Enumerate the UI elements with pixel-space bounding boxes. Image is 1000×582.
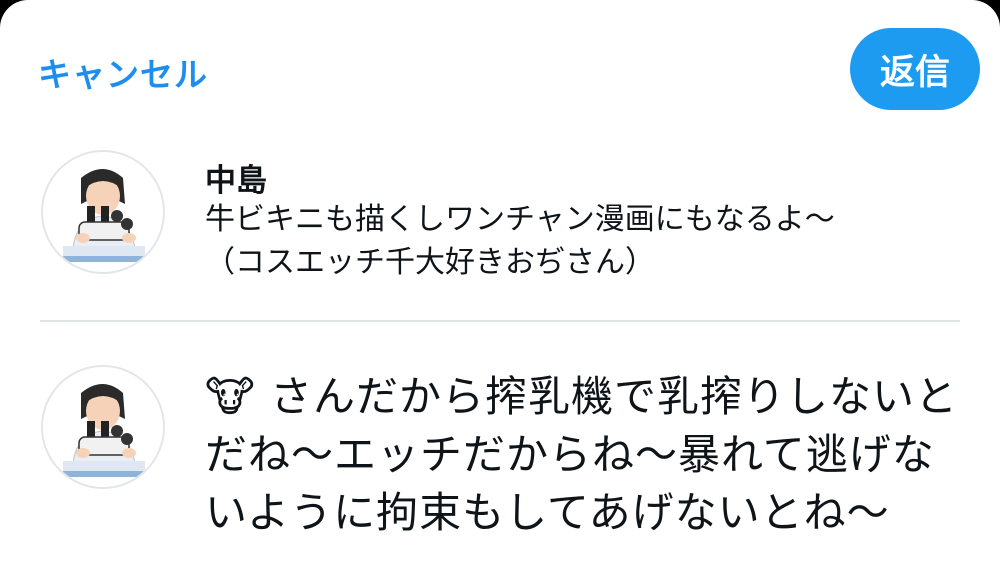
scientist-microscope-avatar-icon — [43, 152, 163, 272]
author-name: 中島 — [205, 163, 267, 199]
reply-text-input[interactable]: 🐮 さんだから搾乳機で乳搾りしないと だね〜エッチだからね〜暴れて逃げな いよう… — [205, 368, 975, 542]
original-post-text: 牛ビキニも描くしワンチャン漫画にもなるよ〜 （コスエッチ千大好きおぢさん） — [205, 202, 835, 280]
cancel-button[interactable]: キャンセル — [38, 48, 208, 96]
scientist-microscope-avatar-icon — [43, 367, 163, 487]
my-avatar[interactable] — [41, 365, 165, 489]
reply-compose-sheet: キャンセル 返信 中島 牛ビキニも描くしワンチャン漫画にもなるよ〜 （コスエッチ… — [0, 0, 1000, 582]
author-avatar[interactable] — [41, 150, 165, 274]
divider — [40, 320, 960, 322]
reply-button[interactable]: 返信 — [850, 28, 980, 110]
